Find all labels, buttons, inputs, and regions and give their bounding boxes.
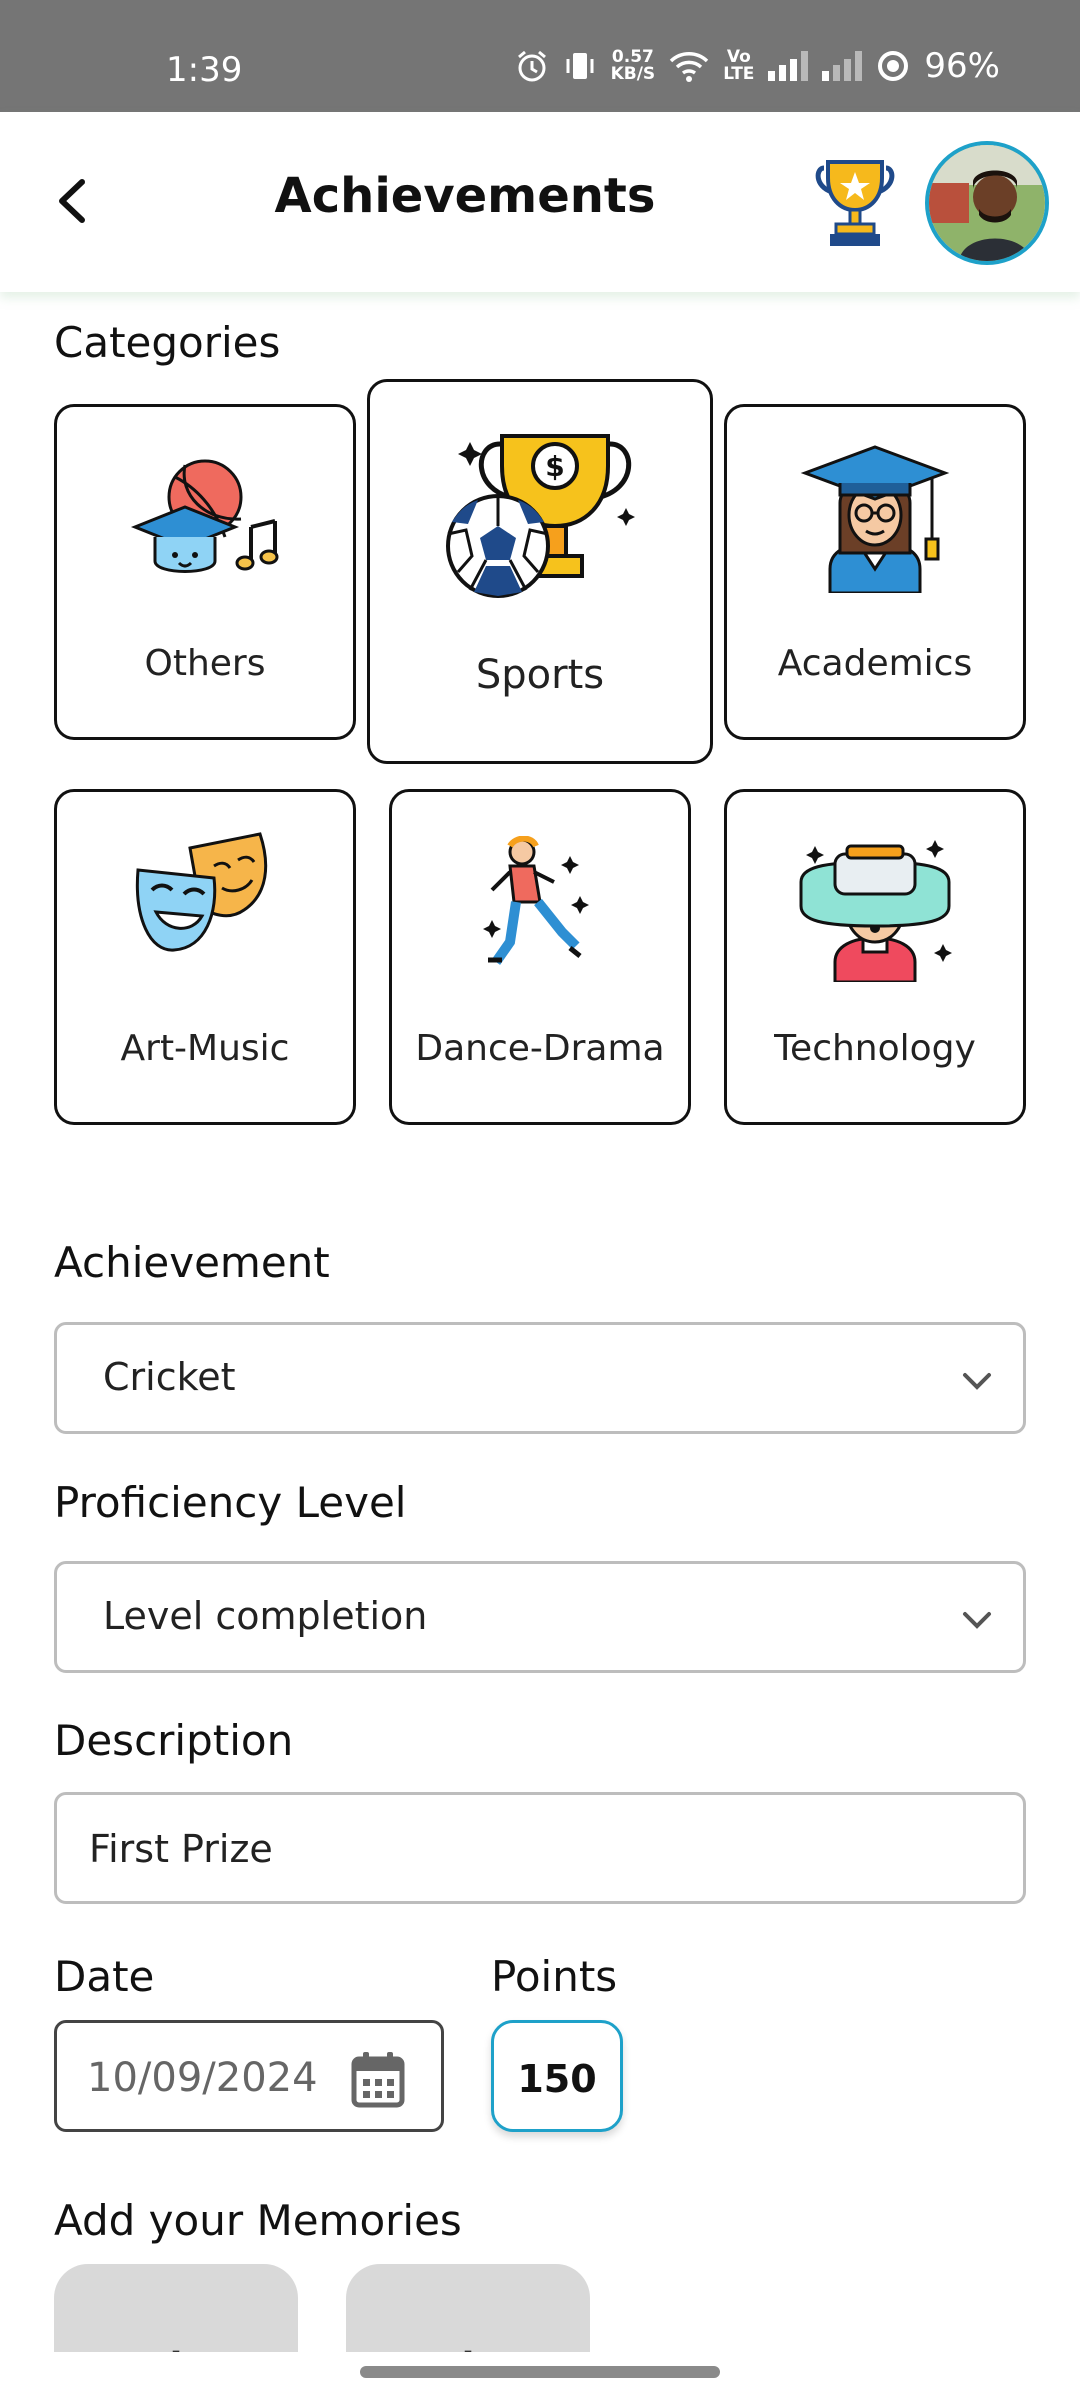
category-card-sports[interactable]: $ Sports [367,379,713,764]
points-value: 150 [517,2057,597,2101]
description-label: Description [54,1716,294,1765]
category-label-others: Others [144,643,266,684]
points-badge: 150 [491,2020,623,2132]
categories-label: Categories [54,318,281,367]
proficiency-label: Proficiency Level [54,1478,407,1527]
category-label-academics: Academics [777,643,973,684]
category-label-technology: Technology [774,1028,976,1069]
category-card-art-music[interactable]: Art-Music [54,789,356,1125]
theatre-masks-icon [135,832,268,952]
description-value: First Prize [89,1827,273,1871]
proficiency-select[interactable]: Level completion [54,1561,1026,1673]
proficiency-value: Level completion [103,1594,428,1638]
signal-icon-2 [822,51,863,81]
volte-indicator: Vo LTE [723,47,755,84]
battery-saver-icon [878,51,909,81]
category-card-others[interactable]: Others [54,404,356,740]
chevron-down-icon [963,1373,991,1390]
vibrate-icon [566,53,594,79]
date-value: 10/09/2024 [87,2055,318,2101]
vr-headset-icon [799,840,952,982]
avatar[interactable] [925,141,1049,265]
avatar-image [929,145,1045,261]
achievement-select[interactable]: Cricket [54,1322,1026,1434]
date-label: Date [54,1952,155,2001]
category-label-art-music: Art-Music [120,1028,290,1069]
dancer-icon [483,836,589,965]
status-time: 1:39 [166,50,243,90]
category-label-dance-drama: Dance-Drama [415,1028,665,1069]
category-card-academics[interactable]: Academics [724,404,1026,740]
status-bar: 1:39 0.57 KB/S Vo LTE 96% [0,0,1080,112]
achievement-label: Achievement [54,1238,330,1287]
svg-text:$: $ [545,450,564,483]
status-icons: 0.57 KB/S Vo LTE 96% [515,46,1000,86]
calendar-icon[interactable] [351,2051,405,2109]
date-field[interactable]: 10/09/2024 [54,2020,444,2132]
description-field[interactable]: First Prize [54,1792,1026,1904]
memories-label: Add your Memories [54,2196,462,2245]
trophy-football-icon: $ [446,434,635,598]
category-label-sports: Sports [475,652,605,698]
wifi-icon [669,52,709,82]
page-title: Achievements [274,168,656,224]
app-header: Achievements [0,112,1080,292]
alarm-icon [517,50,546,82]
graduation-cap-ball-music-icon [130,459,279,573]
graduate-girl-icon [800,445,950,593]
category-card-dance-drama[interactable]: Dance-Drama [389,789,691,1125]
home-indicator[interactable] [360,2366,720,2378]
chevron-down-icon [963,1612,991,1629]
trophy-star-icon[interactable] [812,156,898,250]
net-speed: 0.57 KB/S [610,47,656,84]
points-label: Points [491,1952,618,2001]
signal-icon [768,51,809,81]
battery-level: 96% [924,46,1000,86]
achievement-value: Cricket [103,1355,236,1399]
category-card-technology[interactable]: Technology [724,789,1026,1125]
